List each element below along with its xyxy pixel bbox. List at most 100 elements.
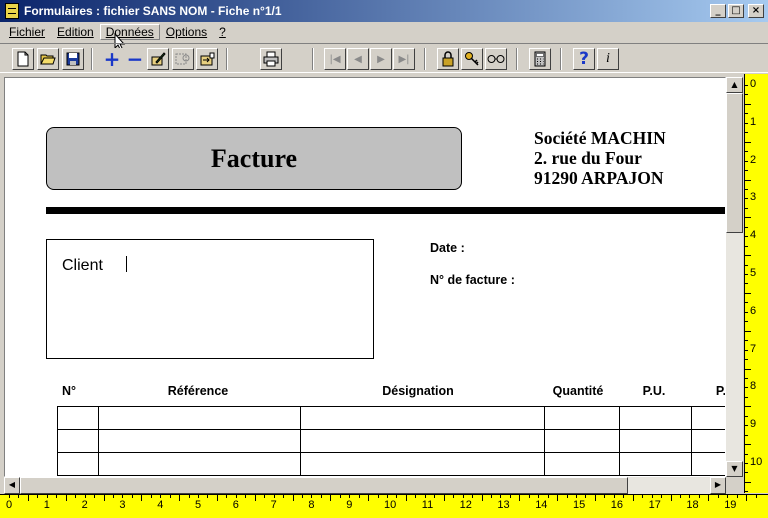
window-controls: _ □ × <box>710 4 764 18</box>
window-title: Formulaires : fichier SANS NOM - Fiche n… <box>24 4 282 18</box>
horizontal-scrollbar[interactable]: ◀ ▶ <box>4 477 726 494</box>
ruler-tick <box>745 463 748 464</box>
ruler-tick <box>94 495 96 498</box>
toolbar-separator <box>226 48 228 70</box>
ruler-tick <box>745 170 748 172</box>
print-button[interactable] <box>260 48 282 70</box>
vertical-scrollbar[interactable]: ▲ ▼ <box>726 77 743 477</box>
scroll-right-button[interactable]: ▶ <box>710 477 726 494</box>
view-button[interactable] <box>485 48 507 70</box>
ruler-tick <box>349 495 351 498</box>
minimize-button[interactable]: _ <box>710 4 726 18</box>
export-button[interactable] <box>196 48 218 70</box>
table-column-line <box>691 407 692 476</box>
toolbar-separator <box>516 48 518 70</box>
horizontal-scroll-thumb[interactable] <box>20 477 628 494</box>
table-column-line <box>544 407 545 476</box>
company-address: Société MACHIN 2. rue du Four 91290 ARPA… <box>534 128 666 188</box>
client-field[interactable]: Client <box>46 239 374 359</box>
save-button[interactable] <box>62 48 84 70</box>
table-row <box>57 429 725 430</box>
first-record-button[interactable]: |◀ <box>324 48 346 70</box>
ruler-tick <box>292 495 294 501</box>
ruler-tick <box>576 495 577 498</box>
col-header-number: N° <box>61 384 77 398</box>
remove-record-button[interactable]: − <box>124 47 146 71</box>
ruler-tick <box>585 495 587 498</box>
vertical-ruler[interactable]: 0 1 2 3 4 5 6 7 8 9 10 <box>744 74 768 493</box>
ruler-tick <box>179 495 181 501</box>
calculator-button[interactable] <box>529 48 551 70</box>
ruler-tick <box>745 292 751 294</box>
menu-help-label: ? <box>219 24 226 39</box>
ruler-tick <box>434 495 436 498</box>
glasses-icon <box>487 55 505 63</box>
menu-edition[interactable]: Edition <box>51 24 100 40</box>
next-record-button[interactable]: ▶ <box>370 48 392 70</box>
document-page: Facture Société MACHIN 2. rue du Four 91… <box>4 77 726 477</box>
close-button[interactable]: × <box>748 4 764 18</box>
info-button[interactable]: i <box>597 48 619 70</box>
new-doc-button[interactable] <box>12 48 34 70</box>
ruler-tick <box>623 495 625 498</box>
company-street: 2. rue du Four <box>534 148 642 168</box>
maximize-button[interactable]: □ <box>728 4 744 18</box>
menu-help[interactable]: ? <box>213 24 232 40</box>
ruler-tick <box>207 495 209 498</box>
ruler-tick <box>745 132 748 134</box>
last-record-button[interactable]: ▶| <box>393 48 415 70</box>
ruler-tick <box>651 495 653 498</box>
ruler-tick <box>745 141 751 143</box>
scroll-left-button[interactable]: ◀ <box>4 477 20 494</box>
ruler-tick <box>9 495 10 498</box>
new-doc-icon <box>17 51 29 67</box>
search-button[interactable] <box>172 48 194 70</box>
ruler-label: 2 <box>750 153 757 166</box>
ruler-tick <box>727 495 729 498</box>
ruler-label: 5 <box>195 499 202 511</box>
ruler-label: 16 <box>610 499 624 511</box>
col-header-designation: Désignation <box>382 384 454 398</box>
ruler-tick <box>538 495 540 498</box>
scroll-up-button[interactable]: ▲ <box>726 77 743 93</box>
ruler-tick <box>320 495 322 498</box>
ruler-tick <box>745 377 748 379</box>
ruler-tick <box>254 495 256 501</box>
vertical-scroll-thumb[interactable] <box>726 93 743 233</box>
menu-fichier[interactable]: Fichier <box>3 24 51 40</box>
ruler-tick <box>755 495 757 498</box>
ruler-tick <box>736 495 738 498</box>
ruler-label: 6 <box>750 304 757 317</box>
ruler-label: 4 <box>157 499 164 511</box>
ruler-tick <box>509 495 511 498</box>
arrow-left-icon: ◀ <box>8 480 16 489</box>
items-table[interactable] <box>57 406 725 476</box>
ruler-label: 15 <box>573 499 586 511</box>
help-button[interactable]: ? <box>573 48 595 70</box>
ruler-tick <box>46 495 48 498</box>
ruler-tick <box>679 495 681 498</box>
ruler-tick <box>387 495 388 498</box>
menu-options[interactable]: Options <box>160 24 213 40</box>
lock-button[interactable] <box>437 48 459 70</box>
ruler-tick <box>396 495 398 498</box>
text-caret <box>126 256 127 272</box>
menu-options-label: Options <box>165 24 208 39</box>
edit-button[interactable] <box>147 48 169 70</box>
ruler-label: 7 <box>270 499 277 511</box>
scroll-down-button[interactable]: ▼ <box>726 461 743 477</box>
ruler-tick <box>745 255 751 257</box>
menu-donnees[interactable]: Données <box>99 23 160 40</box>
ruler-label: 8 <box>750 380 757 393</box>
ruler-tick <box>264 495 266 498</box>
ruler-tick <box>745 217 751 219</box>
ruler-label: 9 <box>750 418 757 431</box>
key-button[interactable] <box>461 48 483 70</box>
add-record-button[interactable]: + <box>101 47 123 71</box>
prev-record-button[interactable]: ◀ <box>347 48 369 70</box>
toolbar-separator <box>91 48 93 70</box>
horizontal-ruler[interactable]: 0 1 2 3 4 5 6 7 8 9 10 11 12 13 14 15 16 17 18 19 <box>0 494 768 518</box>
ruler-tick <box>75 495 77 498</box>
open-button[interactable] <box>37 48 59 70</box>
table-column-line <box>98 407 99 476</box>
